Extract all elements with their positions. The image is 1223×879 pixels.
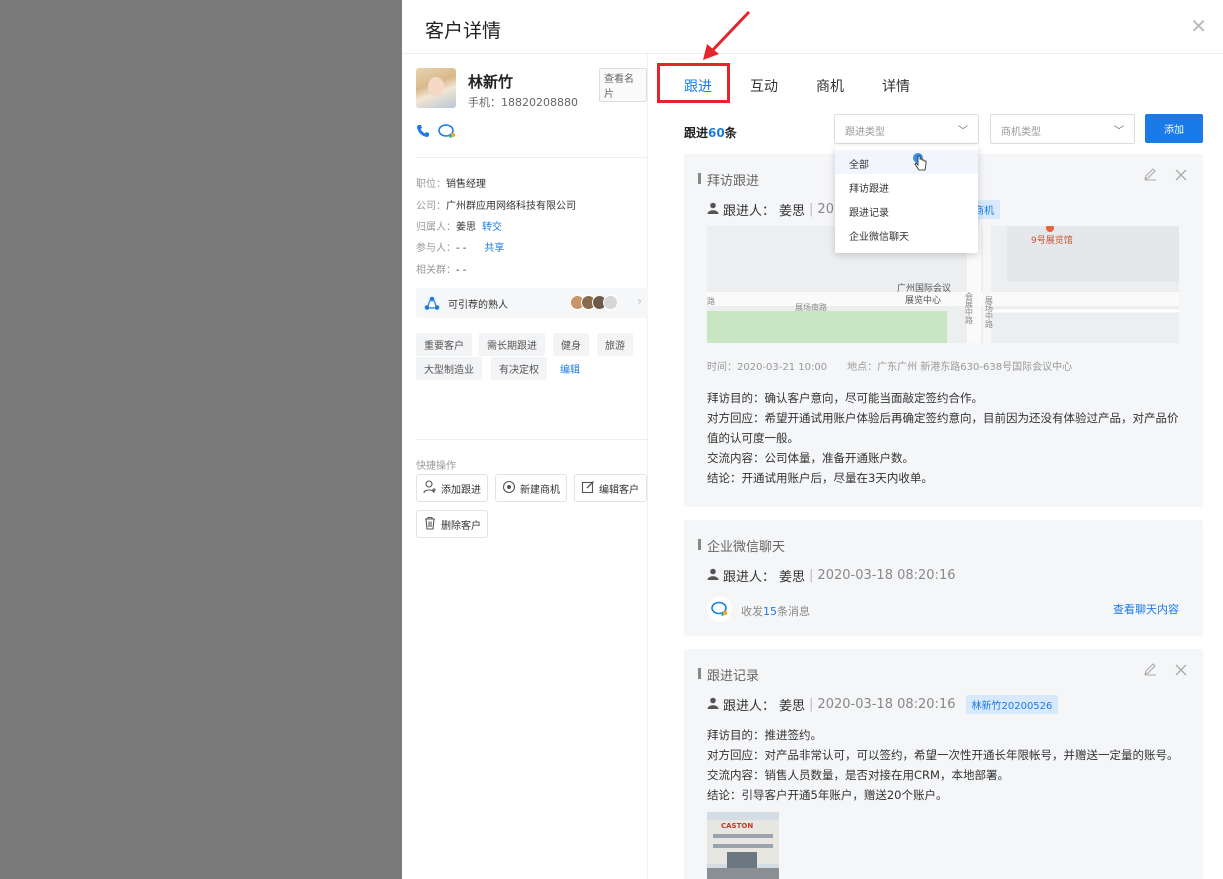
- svg-text:CASTON: CASTON: [721, 822, 753, 830]
- record-body: 拜访目的：推进签约。 对方回应：对产品非常认可，可以签约，希望一次性开通长年限帐…: [707, 728, 1179, 802]
- hand-cursor-icon: [913, 152, 929, 176]
- add-follow-button[interactable]: 添加跟进: [416, 474, 488, 502]
- record-follower: 跟进人： 姜思 | 2020: [707, 200, 851, 219]
- new-opportunity-button[interactable]: 新建商机: [495, 474, 567, 502]
- svg-text:展场南路: 展场南路: [795, 302, 827, 312]
- tag: 健身: [553, 333, 589, 356]
- field-company: 公司：广州群应用网络科技有限公司: [416, 201, 576, 212]
- record-title: 跟进记录: [697, 665, 759, 684]
- field-owner: 归属人：姜思 转交: [416, 222, 502, 233]
- dropdown-option-all[interactable]: 全部: [835, 150, 978, 174]
- close-icon[interactable]: ✕: [1190, 16, 1207, 36]
- dropdown-option-record[interactable]: 跟进记录: [835, 198, 978, 222]
- add-button[interactable]: 添加: [1145, 114, 1203, 143]
- follow-up-panel: 跟进 互动 商机 详情 跟进60条 跟进类型 ﹀ 商机类型 ﹀ 添加 拜访跟进: [657, 10, 1223, 879]
- follow-type-dropdown: 全部 拜访跟进 跟进记录 企业微信聊天: [835, 146, 978, 253]
- person-icon: [707, 697, 719, 713]
- record-body: 拜访目的：确认客户意向，尽可能当面敲定签约合作。 对方回应：希望开通试用账户体验…: [707, 391, 1179, 485]
- network-icon: [424, 296, 440, 315]
- add-person-icon: [423, 479, 437, 497]
- person-icon: [707, 568, 719, 584]
- tab-details[interactable]: 详情: [882, 76, 910, 96]
- record-title: 企业微信聊天: [697, 536, 785, 555]
- chevron-down-icon: ﹀: [958, 126, 968, 137]
- tab-opportunity[interactable]: 商机: [816, 76, 844, 96]
- modal-overlay[interactable]: [0, 0, 402, 879]
- target-icon: [502, 480, 516, 497]
- transfer-link[interactable]: 转交: [482, 222, 502, 233]
- field-participants: 参与人：- - 共享: [416, 243, 505, 254]
- mini-avatars: [570, 295, 618, 310]
- tag: 有决定权: [491, 357, 547, 380]
- tab-interaction[interactable]: 互动: [750, 76, 778, 96]
- chevron-down-icon: ﹀: [1114, 126, 1124, 137]
- edit-tags-link[interactable]: 编辑: [560, 361, 580, 376]
- view-card-button[interactable]: 查看名片: [599, 68, 647, 102]
- chat-icon[interactable]: [438, 124, 456, 138]
- edit-icon: [581, 480, 595, 497]
- record-ops: [1143, 661, 1187, 680]
- svg-text:广州国际会议: 广州国际会议: [897, 282, 951, 294]
- poi-label: 9号展览馆: [1031, 234, 1073, 246]
- close-icon[interactable]: [1175, 661, 1187, 680]
- dropdown-option-wechat[interactable]: 企业微信聊天: [835, 222, 978, 246]
- divider: [416, 439, 648, 440]
- record-title: 拜访跟进: [697, 170, 759, 189]
- record-card-follow: 跟进记录 跟进人： 姜思 | 2020-03-18 08:20:16 林新竹2020…: [684, 649, 1203, 879]
- trash-icon: [423, 516, 437, 533]
- quick-actions-title: 快捷操作: [416, 461, 456, 472]
- tab-follow[interactable]: 跟进: [684, 76, 712, 96]
- chat-summary: 收发15条消息: [707, 596, 810, 625]
- delete-customer-button[interactable]: 删除客户: [416, 510, 488, 538]
- drawer-title: 客户详情: [425, 20, 502, 42]
- phone-icon[interactable]: [416, 124, 430, 138]
- avatar: [416, 68, 456, 108]
- customer-profile-panel: 林新竹 手机：18820208880 查看名片 职位：销售经理 公司：广州群应用…: [416, 54, 648, 879]
- chevron-right-icon: ›: [637, 294, 642, 308]
- record-ops: [1143, 166, 1187, 185]
- wechat-work-icon: [707, 596, 733, 625]
- recommend-label: 可引荐的熟人: [448, 300, 508, 311]
- attachment-photo[interactable]: CASTON: [707, 812, 779, 879]
- contact-icons: [416, 124, 456, 138]
- edit-customer-button[interactable]: 编辑客户: [574, 474, 647, 502]
- svg-text:会展中路: 会展中路: [965, 291, 974, 324]
- record-card-wechat: 企业微信聊天 跟进人： 姜思 | 2020-03-18 08:20:16 收发15条…: [684, 520, 1203, 636]
- record-follower: 跟进人： 姜思 | 2020-03-18 08:20:16: [707, 566, 956, 585]
- opportunity-type-select[interactable]: 商机类型 ﹀: [990, 114, 1135, 144]
- svg-text:展场中路: 展场中路: [985, 296, 994, 328]
- svg-text:展览中心: 展览中心: [905, 294, 941, 306]
- follow-count: 跟进60条: [684, 126, 737, 140]
- dropdown-option-visit[interactable]: 拜访跟进: [835, 174, 978, 198]
- record-meta: 时间：2020-03-21 10:00 地点：广东广州 新港东路630-638号国…: [707, 362, 1073, 373]
- opportunity-tag[interactable]: 林新竹20200526: [965, 695, 1059, 714]
- customer-name: 林新竹: [468, 73, 514, 91]
- share-link[interactable]: 共享: [484, 243, 504, 254]
- person-icon: [707, 202, 719, 218]
- drawer-header: 客户详情 ✕: [402, 0, 1223, 54]
- close-icon[interactable]: [1175, 166, 1187, 185]
- pointer-arrow: [703, 10, 751, 60]
- svg-text:路: 路: [707, 296, 715, 306]
- tag: 旅游: [597, 333, 633, 356]
- pencil-icon[interactable]: [1143, 166, 1157, 185]
- recommend-contacts[interactable]: 可引荐的熟人 ›: [416, 288, 648, 318]
- field-position: 职位：销售经理: [416, 179, 486, 190]
- view-chat-link[interactable]: 查看聊天内容: [1113, 601, 1179, 617]
- customer-detail-drawer: 客户详情 ✕ 林新竹 手机：18820208880 查看名片 职位：销售经理 公…: [402, 0, 1223, 879]
- record-follower: 跟进人： 姜思 | 2020-03-18 08:20:16 林新竹20200526: [707, 695, 1059, 714]
- pencil-icon[interactable]: [1143, 661, 1157, 680]
- field-groups: 相关群：- -: [416, 265, 467, 276]
- tag: 重要客户: [416, 333, 472, 356]
- tag: 需长期跟进: [479, 333, 545, 356]
- tag: 大型制造业: [416, 357, 482, 380]
- divider: [416, 157, 648, 158]
- customer-phone: 手机：18820208880: [468, 96, 578, 109]
- follow-type-select[interactable]: 跟进类型 ﹀: [834, 114, 979, 144]
